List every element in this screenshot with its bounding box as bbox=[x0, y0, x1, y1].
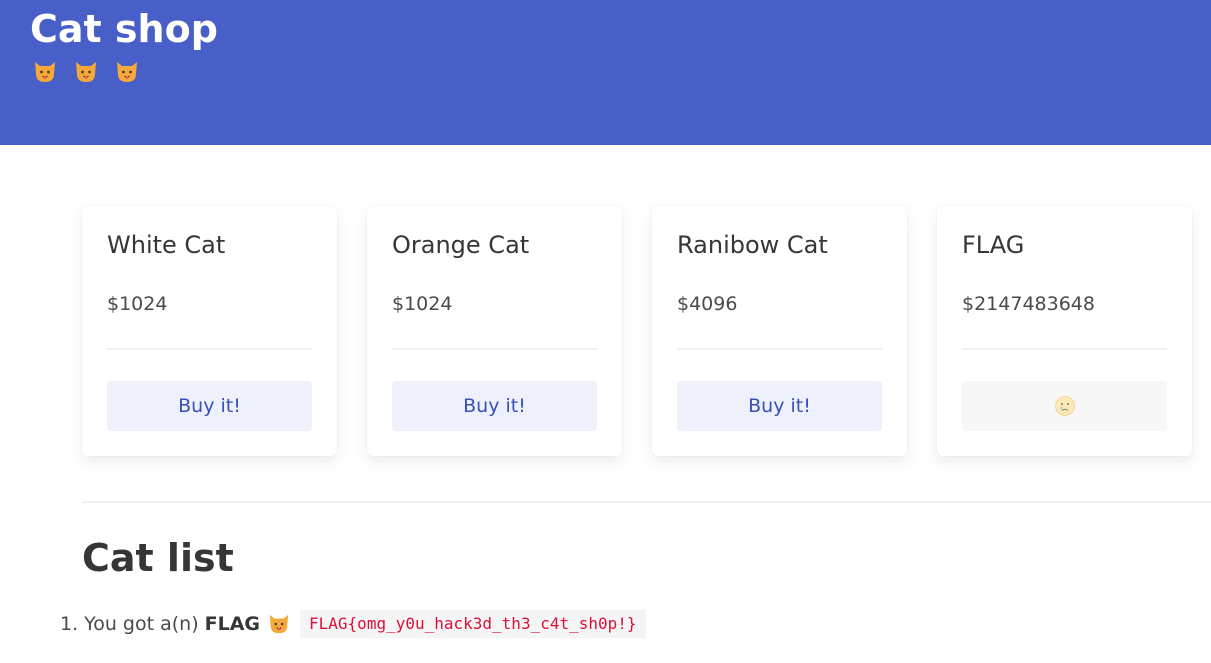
list-item-name: FLAG bbox=[204, 613, 261, 635]
section-divider bbox=[82, 501, 1211, 503]
list-item-number: 1. bbox=[60, 613, 79, 635]
card-divider bbox=[107, 348, 312, 350]
cat-list: 1. You got a(n) FLAG FLAG{omg_y0u_hack3d… bbox=[60, 610, 646, 638]
list-item-prefix: You got a(n) bbox=[84, 613, 199, 635]
hero-icons bbox=[33, 60, 139, 84]
product-name: Ranibow Cat bbox=[677, 231, 828, 259]
buy-button-disabled[interactable] bbox=[962, 381, 1167, 431]
flag-code: FLAG{omg_y0u_hack3d_th3_c4t_sh0p!} bbox=[300, 610, 646, 638]
product-price: $2147483648 bbox=[962, 293, 1095, 315]
buy-button[interactable]: Buy it! bbox=[107, 381, 312, 431]
card-divider bbox=[962, 348, 1167, 350]
cat-face-icon bbox=[117, 62, 137, 82]
buy-button[interactable]: Buy it! bbox=[677, 381, 882, 431]
card-divider bbox=[677, 348, 882, 350]
product-name: Orange Cat bbox=[392, 231, 530, 259]
product-card-flag: FLAG $2147483648 bbox=[937, 206, 1192, 456]
cat-list-title: Cat list bbox=[82, 536, 234, 580]
crying-face-icon bbox=[1054, 396, 1075, 416]
cat-face-icon bbox=[76, 62, 96, 82]
product-card-rainbow-cat: Ranibow Cat $4096 Buy it! bbox=[652, 206, 907, 456]
product-card-orange-cat: Orange Cat $1024 Buy it! bbox=[367, 206, 622, 456]
buy-button[interactable]: Buy it! bbox=[392, 381, 597, 431]
cat-face-icon bbox=[269, 614, 289, 634]
hero-header: Cat shop bbox=[0, 0, 1211, 145]
site-title: Cat shop bbox=[30, 7, 218, 51]
list-item: 1. You got a(n) FLAG FLAG{omg_y0u_hack3d… bbox=[60, 610, 646, 638]
product-price: $1024 bbox=[107, 293, 168, 315]
product-name: FLAG bbox=[962, 231, 1025, 259]
card-divider bbox=[392, 348, 597, 350]
product-card-white-cat: White Cat $1024 Buy it! bbox=[82, 206, 337, 456]
product-name: White Cat bbox=[107, 231, 226, 259]
product-price: $4096 bbox=[677, 293, 738, 315]
cat-face-icon bbox=[35, 62, 55, 82]
product-price: $1024 bbox=[392, 293, 453, 315]
